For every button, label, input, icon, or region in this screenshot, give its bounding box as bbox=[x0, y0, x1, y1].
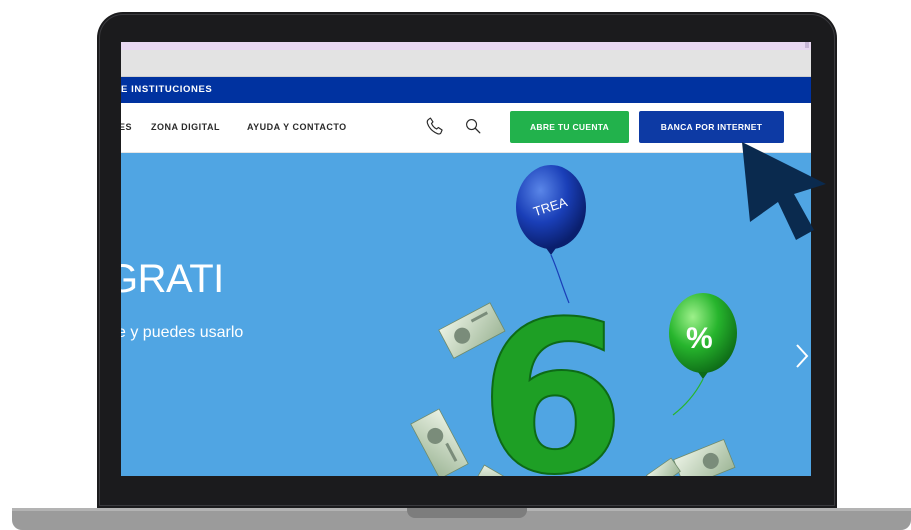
search-icon[interactable] bbox=[465, 118, 481, 134]
big-six: 6 bbox=[478, 275, 626, 476]
institutions-link[interactable]: E INSTITUCIONES bbox=[121, 84, 212, 95]
banknote-2 bbox=[410, 408, 469, 476]
hero-banner[interactable]: TREA % 6 GRATI ce y puedes usarlo bbox=[121, 153, 811, 476]
mouse-cursor-icon bbox=[742, 142, 826, 240]
hero-title: GRATI bbox=[121, 257, 224, 301]
nav-item-zona-digital[interactable]: ZONA DIGITAL bbox=[151, 122, 220, 132]
big-number: 6 bbox=[479, 276, 625, 476]
percent-symbol: % bbox=[686, 322, 713, 355]
window-edge-mark bbox=[805, 42, 809, 48]
percent-balloon: % bbox=[669, 293, 737, 416]
hero-subtitle: ce y puedes usarlo bbox=[121, 324, 244, 341]
nav-item-partial[interactable]: ES bbox=[121, 122, 132, 132]
hero-illustration: TREA % 6 bbox=[410, 165, 737, 476]
browser-tab-strip bbox=[121, 42, 811, 50]
chevron-right-icon[interactable] bbox=[793, 341, 811, 371]
main-nav: ES ZONA DIGITAL AYUDA Y CONTACTO ABRE TU… bbox=[121, 103, 811, 153]
banknote-3 bbox=[673, 439, 736, 476]
phone-icon[interactable] bbox=[425, 116, 445, 136]
nav-item-ayuda-contacto[interactable]: AYUDA Y CONTACTO bbox=[247, 122, 347, 132]
browser-toolbar bbox=[121, 50, 811, 77]
browser-screen: E INSTITUCIONES ES ZONA DIGITAL AYUDA Y … bbox=[121, 42, 811, 476]
laptop-notch bbox=[407, 508, 527, 518]
institutions-bar: E INSTITUCIONES bbox=[121, 77, 811, 103]
open-account-button[interactable]: ABRE TU CUENTA bbox=[510, 111, 629, 143]
